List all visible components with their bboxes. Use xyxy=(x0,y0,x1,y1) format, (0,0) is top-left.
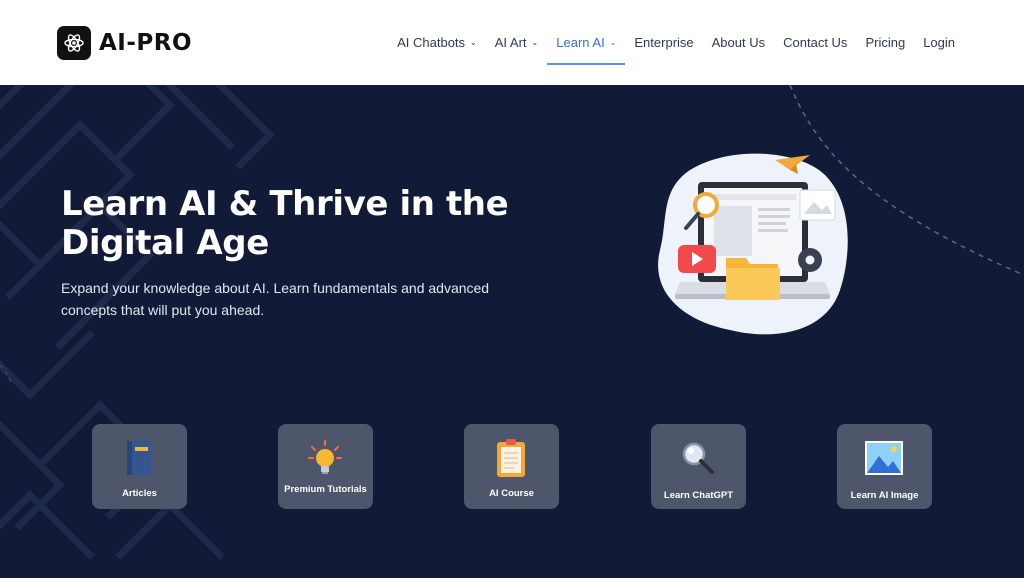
nav-label: AI Chatbots xyxy=(397,35,466,50)
logo-text: AI-PRO xyxy=(99,30,193,56)
logo[interactable]: AI-PRO xyxy=(57,26,192,60)
laptop-learning-illustration xyxy=(658,153,848,335)
hero-section: Learn AI & Thrive in the Digital Age Exp… xyxy=(0,85,1024,578)
hero-subtitle: Expand your knowledge about AI. Learn fu… xyxy=(61,280,490,318)
nav-label: Contact Us xyxy=(783,35,848,50)
category-card-articles[interactable]: Articles xyxy=(92,424,187,509)
category-label: Premium Tutorials xyxy=(284,484,367,495)
site-header: AI-PRO AI Chatbots ⌄ AI Art ⌄ Learn AI ⌄… xyxy=(0,0,1024,85)
category-label: AI Course xyxy=(489,488,534,499)
nav-learn-ai[interactable]: Learn AI ⌄ xyxy=(547,0,626,85)
image-icon xyxy=(864,438,904,478)
category-card-premium-tutorials[interactable]: Premium Tutorials xyxy=(278,424,373,509)
nav-login[interactable]: Login xyxy=(914,0,964,85)
nav-label: About Us xyxy=(711,35,766,50)
nav-enterprise[interactable]: Enterprise xyxy=(625,0,702,85)
book-icon xyxy=(119,438,159,478)
lightbulb-icon xyxy=(305,438,345,478)
nav-label: Pricing xyxy=(865,35,906,50)
nav-about-us[interactable]: About Us xyxy=(703,0,774,85)
nav-contact-us[interactable]: Contact Us xyxy=(774,0,856,85)
nav-pricing[interactable]: Pricing xyxy=(856,0,914,85)
chevron-down-icon: ⌄ xyxy=(609,38,617,47)
category-card-ai-course[interactable]: AI Course xyxy=(464,424,559,509)
chevron-down-icon: ⌄ xyxy=(531,38,539,47)
magnifier-icon xyxy=(678,438,718,478)
nav-label: Login xyxy=(923,35,955,50)
category-label: Articles xyxy=(122,488,157,499)
nav-label: Enterprise xyxy=(634,35,694,50)
hero-title: Learn AI & Thrive in the Digital Age xyxy=(61,184,509,263)
nav-ai-art[interactable]: AI Art ⌄ xyxy=(486,0,548,85)
main-nav: AI Chatbots ⌄ AI Art ⌄ Learn AI ⌄ Enterp… xyxy=(388,0,964,85)
category-label: Learn ChatGPT xyxy=(663,490,734,501)
category-card-learn-chatgpt[interactable]: Learn ChatGPT xyxy=(651,424,746,509)
clipboard-icon xyxy=(491,438,531,478)
nav-label: Learn AI xyxy=(556,35,605,50)
logo-icon xyxy=(57,26,91,60)
chevron-down-icon: ⌄ xyxy=(470,38,477,47)
nav-ai-chatbots[interactable]: AI Chatbots ⌄ xyxy=(388,0,486,85)
category-label: Learn AI Image xyxy=(850,490,919,501)
category-card-learn-ai-image[interactable]: Learn AI Image xyxy=(837,424,932,509)
nav-label: AI Art xyxy=(494,35,527,50)
